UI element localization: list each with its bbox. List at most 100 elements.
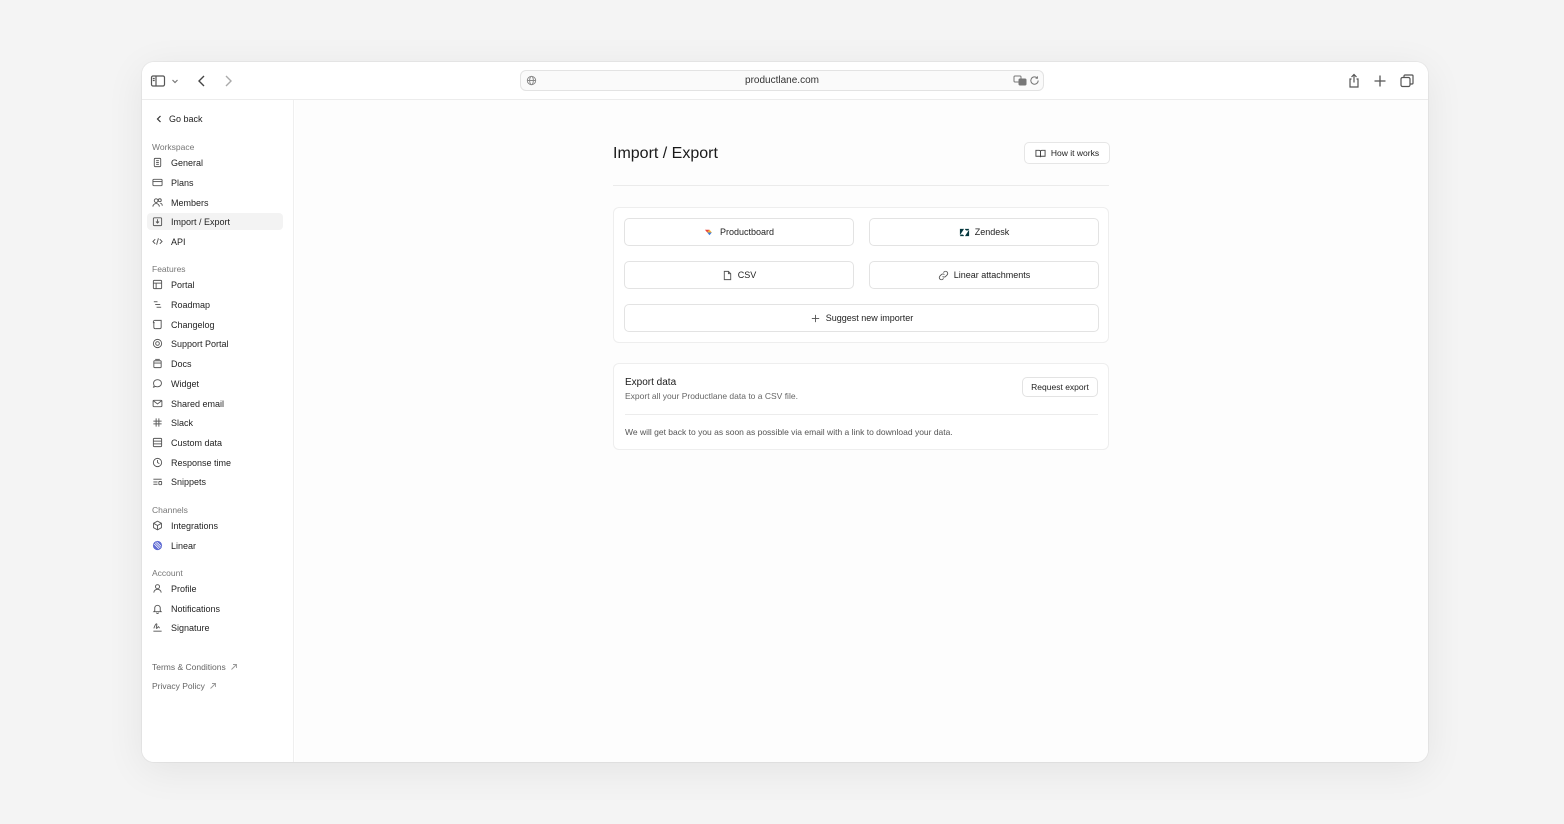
sidebar-item-snippets[interactable]: Snippets: [147, 473, 283, 490]
how-it-works-button[interactable]: How it works: [1024, 142, 1110, 164]
clock-icon: [152, 457, 163, 468]
sidebar-item-label: Shared email: [171, 398, 225, 409]
sidebar-item-docs[interactable]: Docs: [147, 355, 283, 372]
external-link-icon: [230, 664, 237, 670]
suggest-importer-label: Suggest new importer: [825, 313, 914, 323]
sidebar-item-custom-data[interactable]: Custom data: [147, 434, 283, 451]
reload-icon[interactable]: [1029, 75, 1040, 86]
export-divider: [625, 414, 1098, 415]
section-label-account: Account: [152, 568, 183, 578]
privacy-label: Privacy Policy: [152, 681, 205, 691]
chevron-down-icon[interactable]: [170, 73, 180, 89]
csv-label: CSV: [737, 270, 757, 280]
go-back-label: Go back: [169, 114, 203, 124]
sidebar-item-response-time[interactable]: Response time: [147, 454, 283, 471]
productboard-logo-icon: [704, 229, 712, 235]
lifebuoy-icon: [152, 338, 163, 349]
docs-icon: [152, 358, 163, 369]
sidebar-item-plans[interactable]: Plans: [147, 174, 283, 191]
sidebar-item-linear[interactable]: Linear: [147, 537, 283, 554]
sidebar-item-changelog[interactable]: Changelog: [147, 316, 283, 333]
sidebar-item-roadmap[interactable]: Roadmap: [147, 296, 283, 313]
export-description: Export all your Productlane data to a CS…: [625, 391, 798, 401]
import-csv-button[interactable]: CSV: [624, 261, 854, 289]
book-icon: [1035, 149, 1046, 157]
settings-sidebar: Go back Workspace General Plans Members …: [142, 100, 294, 762]
import-linear-attachments-button[interactable]: Linear attachments: [869, 261, 1099, 289]
translate-icon[interactable]: [1013, 74, 1027, 87]
section-label-channels: Channels: [152, 505, 188, 515]
sidebar-item-label: Profile: [171, 583, 197, 594]
browser-toolbar: productlane.com: [142, 62, 1428, 100]
sidebar-item-label: Portal: [171, 279, 195, 290]
sidebar-item-label: Members: [171, 197, 209, 208]
sidebar-item-label: Plans: [171, 177, 194, 188]
sidebar-item-signature[interactable]: Signature: [147, 619, 283, 636]
plus-icon: [811, 314, 819, 322]
main-content: Import / Export How it works Productboar…: [295, 100, 1428, 762]
sidebar-toggle-icon[interactable]: [150, 73, 166, 89]
chevron-left-icon: [156, 115, 161, 123]
export-title: Export data: [625, 377, 677, 388]
signature-icon: [152, 622, 163, 633]
users-icon: [152, 197, 163, 208]
productboard-label: Productboard: [719, 227, 775, 237]
link-icon: [938, 270, 948, 280]
cube-icon: [152, 520, 163, 531]
sidebar-item-portal[interactable]: Portal: [147, 276, 283, 293]
sidebar-item-profile[interactable]: Profile: [147, 580, 283, 597]
sidebar-item-integrations[interactable]: Integrations: [147, 517, 283, 534]
zendesk-logo-icon: [959, 228, 969, 236]
slack-icon: [152, 417, 163, 428]
sidebar-item-support-portal[interactable]: Support Portal: [147, 335, 283, 352]
sidebar-item-label: Notifications: [171, 603, 221, 614]
import-productboard-button[interactable]: Productboard: [624, 218, 854, 246]
database-icon: [152, 437, 163, 448]
import-export-icon: [152, 216, 163, 227]
bell-icon: [152, 603, 163, 614]
chat-bubble-icon: [152, 378, 163, 389]
sidebar-item-import-export[interactable]: Import / Export: [147, 213, 283, 230]
sidebar-item-label: API: [171, 236, 186, 247]
suggest-new-importer-button[interactable]: Suggest new importer: [624, 304, 1099, 332]
importers-card: Productboard Zendesk CSV Linear attachme…: [613, 207, 1109, 343]
title-divider: [613, 185, 1109, 186]
sidebar-item-label: Integrations: [171, 520, 219, 531]
terms-label: Terms & Conditions: [152, 662, 226, 672]
how-it-works-label: How it works: [1050, 148, 1100, 158]
terms-link[interactable]: Terms & Conditions: [152, 662, 238, 672]
sidebar-item-notifications[interactable]: Notifications: [147, 600, 283, 617]
building-icon: [152, 157, 163, 168]
section-label-features: Features: [152, 264, 186, 274]
share-icon[interactable]: [1346, 73, 1362, 89]
new-tab-icon[interactable]: [1372, 73, 1388, 89]
sidebar-item-label: Slack: [171, 417, 194, 428]
sidebar-item-widget[interactable]: Widget: [147, 375, 283, 392]
code-icon: [152, 236, 163, 247]
sidebar-item-members[interactable]: Members: [147, 194, 283, 211]
section-label-workspace: Workspace: [152, 142, 195, 152]
sidebar-item-general[interactable]: General: [147, 154, 283, 171]
file-icon: [723, 270, 731, 280]
tab-overview-icon[interactable]: [1399, 73, 1415, 89]
page-title: Import / Export: [613, 145, 718, 162]
snippets-icon: [152, 476, 163, 487]
back-arrow-icon[interactable]: [194, 73, 210, 89]
address-bar[interactable]: productlane.com: [520, 70, 1044, 91]
sidebar-item-label: Signature: [171, 622, 210, 633]
user-icon: [152, 583, 163, 594]
export-data-card: Export data Export all your Productlane …: [613, 363, 1109, 450]
sidebar-item-label: Linear: [171, 540, 197, 551]
external-link-icon: [210, 683, 216, 689]
import-zendesk-button[interactable]: Zendesk: [869, 218, 1099, 246]
sidebar-item-api[interactable]: API: [147, 233, 283, 250]
sidebar-item-label: Changelog: [171, 319, 215, 330]
sidebar-item-slack[interactable]: Slack: [147, 414, 283, 431]
go-back-link[interactable]: Go back: [154, 112, 203, 126]
mail-icon: [152, 398, 163, 409]
forward-arrow-icon[interactable]: [220, 73, 236, 89]
sidebar-item-label: General: [171, 157, 204, 168]
privacy-link[interactable]: Privacy Policy: [152, 681, 217, 691]
request-export-button[interactable]: Request export: [1022, 377, 1098, 397]
sidebar-item-shared-email[interactable]: Shared email: [147, 395, 283, 412]
